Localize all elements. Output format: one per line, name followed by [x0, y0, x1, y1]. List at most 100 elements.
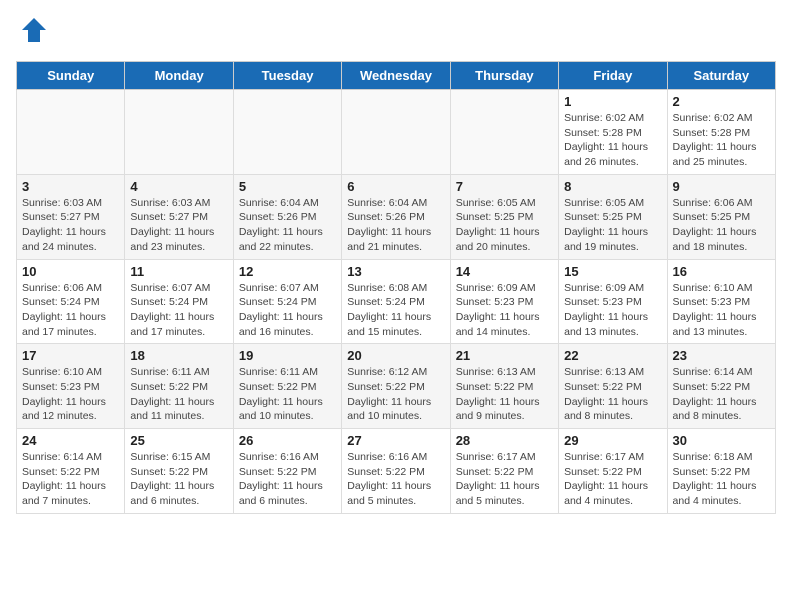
- calendar-week-5: 24Sunrise: 6:14 AM Sunset: 5:22 PM Dayli…: [17, 429, 776, 514]
- logo-icon: [20, 16, 48, 49]
- calendar-cell: 12 Sunrise: 6:07 AM Sunset: 5:24 PM Dayli…: [233, 259, 341, 344]
- calendar-cell: 26Sunrise: 6:16 AM Sunset: 5:22 PM Dayli…: [233, 429, 341, 514]
- day-number: 25: [130, 433, 227, 448]
- calendar-cell: 17Sunrise: 6:10 AM Sunset: 5:23 PM Dayli…: [17, 344, 125, 429]
- day-info: Sunrise: 6:15 AM Sunset: 5:22 PM Dayligh…: [130, 450, 227, 509]
- day-info: Sunrise: 6:04 AM Sunset: 5:26 PM Dayligh…: [347, 196, 444, 255]
- calendar-cell: [342, 90, 450, 175]
- calendar-cell: 9Sunrise: 6:06 AM Sunset: 5:25 PM Daylig…: [667, 174, 775, 259]
- day-info: Sunrise: 6:17 AM Sunset: 5:22 PM Dayligh…: [456, 450, 553, 509]
- day-info: Sunrise: 6:05 AM Sunset: 5:25 PM Dayligh…: [456, 196, 553, 255]
- day-info: Sunrise: 6:06 AM Sunset: 5:24 PM Dayligh…: [22, 281, 119, 340]
- day-number: 2: [673, 94, 770, 109]
- calendar-cell: 8 Sunrise: 6:05 AM Sunset: 5:25 PM Daylig…: [559, 174, 667, 259]
- calendar-cell: 23 Sunrise: 6:14 AM Sunset: 5:22 PM Dayli…: [667, 344, 775, 429]
- day-info: Sunrise: 6:09 AM Sunset: 5:23 PM Dayligh…: [456, 281, 553, 340]
- calendar-cell: 24Sunrise: 6:14 AM Sunset: 5:22 PM Dayli…: [17, 429, 125, 514]
- calendar-cell: 10 Sunrise: 6:06 AM Sunset: 5:24 PM Dayli…: [17, 259, 125, 344]
- header: [16, 16, 776, 49]
- calendar-cell: 14 Sunrise: 6:09 AM Sunset: 5:23 PM Dayli…: [450, 259, 558, 344]
- day-number: 23: [673, 348, 770, 363]
- day-number: 28: [456, 433, 553, 448]
- calendar-cell: 29 Sunrise: 6:17 AM Sunset: 5:22 PM Dayli…: [559, 429, 667, 514]
- calendar-week-1: 1 Sunrise: 6:02 AM Sunset: 5:28 PM Daylig…: [17, 90, 776, 175]
- day-info: Sunrise: 6:14 AM Sunset: 5:22 PM Dayligh…: [22, 450, 119, 509]
- day-number: 29: [564, 433, 661, 448]
- day-info: Sunrise: 6:05 AM Sunset: 5:25 PM Dayligh…: [564, 196, 661, 255]
- calendar-cell: [17, 90, 125, 175]
- day-info: Sunrise: 6:17 AM Sunset: 5:22 PM Dayligh…: [564, 450, 661, 509]
- day-number: 30: [673, 433, 770, 448]
- day-number: 20: [347, 348, 444, 363]
- day-number: 11: [130, 264, 227, 279]
- day-info: Sunrise: 6:16 AM Sunset: 5:22 PM Dayligh…: [239, 450, 336, 509]
- calendar-cell: 22 Sunrise: 6:13 AM Sunset: 5:22 PM Dayli…: [559, 344, 667, 429]
- day-number: 3: [22, 179, 119, 194]
- day-number: 22: [564, 348, 661, 363]
- calendar-cell: 13 Sunrise: 6:08 AM Sunset: 5:24 PM Dayli…: [342, 259, 450, 344]
- day-info: Sunrise: 6:03 AM Sunset: 5:27 PM Dayligh…: [130, 196, 227, 255]
- day-info: Sunrise: 6:13 AM Sunset: 5:22 PM Dayligh…: [564, 365, 661, 424]
- day-info: Sunrise: 6:13 AM Sunset: 5:22 PM Dayligh…: [456, 365, 553, 424]
- calendar-cell: 18 Sunrise: 6:11 AM Sunset: 5:22 PM Dayli…: [125, 344, 233, 429]
- day-info: Sunrise: 6:14 AM Sunset: 5:22 PM Dayligh…: [673, 365, 770, 424]
- day-number: 16: [673, 264, 770, 279]
- col-header-wednesday: Wednesday: [342, 62, 450, 90]
- col-header-thursday: Thursday: [450, 62, 558, 90]
- day-info: Sunrise: 6:09 AM Sunset: 5:23 PM Dayligh…: [564, 281, 661, 340]
- day-info: Sunrise: 6:07 AM Sunset: 5:24 PM Dayligh…: [239, 281, 336, 340]
- day-info: Sunrise: 6:02 AM Sunset: 5:28 PM Dayligh…: [564, 111, 661, 170]
- day-number: 18: [130, 348, 227, 363]
- logo: [16, 16, 48, 49]
- calendar-cell: 30 Sunrise: 6:18 AM Sunset: 5:22 PM Dayli…: [667, 429, 775, 514]
- day-number: 1: [564, 94, 661, 109]
- calendar-cell: 7 Sunrise: 6:05 AM Sunset: 5:25 PM Daylig…: [450, 174, 558, 259]
- calendar-week-2: 3 Sunrise: 6:03 AM Sunset: 5:27 PM Daylig…: [17, 174, 776, 259]
- col-header-tuesday: Tuesday: [233, 62, 341, 90]
- calendar-week-4: 17Sunrise: 6:10 AM Sunset: 5:23 PM Dayli…: [17, 344, 776, 429]
- calendar-cell: 3Sunrise: 6:03 AM Sunset: 5:27 PM Daylig…: [17, 174, 125, 259]
- calendar-cell: 1 Sunrise: 6:02 AM Sunset: 5:28 PM Daylig…: [559, 90, 667, 175]
- calendar-cell: 20 Sunrise: 6:12 AM Sunset: 5:22 PM Dayli…: [342, 344, 450, 429]
- calendar-cell: [450, 90, 558, 175]
- day-info: Sunrise: 6:10 AM Sunset: 5:23 PM Dayligh…: [22, 365, 119, 424]
- calendar-cell: 25 Sunrise: 6:15 AM Sunset: 5:22 PM Dayli…: [125, 429, 233, 514]
- calendar-cell: 28 Sunrise: 6:17 AM Sunset: 5:22 PM Dayli…: [450, 429, 558, 514]
- col-header-monday: Monday: [125, 62, 233, 90]
- calendar-cell: 4 Sunrise: 6:03 AM Sunset: 5:27 PM Daylig…: [125, 174, 233, 259]
- calendar-cell: [233, 90, 341, 175]
- day-info: Sunrise: 6:07 AM Sunset: 5:24 PM Dayligh…: [130, 281, 227, 340]
- page: SundayMondayTuesdayWednesdayThursdayFrid…: [0, 0, 792, 530]
- day-info: Sunrise: 6:02 AM Sunset: 5:28 PM Dayligh…: [673, 111, 770, 170]
- day-number: 19: [239, 348, 336, 363]
- day-info: Sunrise: 6:08 AM Sunset: 5:24 PM Dayligh…: [347, 281, 444, 340]
- calendar-cell: 2 Sunrise: 6:02 AM Sunset: 5:28 PM Daylig…: [667, 90, 775, 175]
- col-header-sunday: Sunday: [17, 62, 125, 90]
- day-number: 21: [456, 348, 553, 363]
- day-info: Sunrise: 6:18 AM Sunset: 5:22 PM Dayligh…: [673, 450, 770, 509]
- day-info: Sunrise: 6:11 AM Sunset: 5:22 PM Dayligh…: [239, 365, 336, 424]
- day-info: Sunrise: 6:12 AM Sunset: 5:22 PM Dayligh…: [347, 365, 444, 424]
- calendar-header-row: SundayMondayTuesdayWednesdayThursdayFrid…: [17, 62, 776, 90]
- day-info: Sunrise: 6:06 AM Sunset: 5:25 PM Dayligh…: [673, 196, 770, 255]
- day-number: 7: [456, 179, 553, 194]
- day-number: 27: [347, 433, 444, 448]
- day-info: Sunrise: 6:16 AM Sunset: 5:22 PM Dayligh…: [347, 450, 444, 509]
- calendar-cell: 11 Sunrise: 6:07 AM Sunset: 5:24 PM Dayli…: [125, 259, 233, 344]
- calendar-cell: 15Sunrise: 6:09 AM Sunset: 5:23 PM Dayli…: [559, 259, 667, 344]
- col-header-saturday: Saturday: [667, 62, 775, 90]
- day-number: 13: [347, 264, 444, 279]
- day-info: Sunrise: 6:04 AM Sunset: 5:26 PM Dayligh…: [239, 196, 336, 255]
- calendar-cell: 5Sunrise: 6:04 AM Sunset: 5:26 PM Daylig…: [233, 174, 341, 259]
- calendar-cell: 27 Sunrise: 6:16 AM Sunset: 5:22 PM Dayli…: [342, 429, 450, 514]
- day-number: 14: [456, 264, 553, 279]
- calendar-cell: 6Sunrise: 6:04 AM Sunset: 5:26 PM Daylig…: [342, 174, 450, 259]
- day-number: 10: [22, 264, 119, 279]
- calendar-cell: 21 Sunrise: 6:13 AM Sunset: 5:22 PM Dayli…: [450, 344, 558, 429]
- calendar-cell: 16Sunrise: 6:10 AM Sunset: 5:23 PM Dayli…: [667, 259, 775, 344]
- day-number: 8: [564, 179, 661, 194]
- day-number: 4: [130, 179, 227, 194]
- col-header-friday: Friday: [559, 62, 667, 90]
- day-info: Sunrise: 6:11 AM Sunset: 5:22 PM Dayligh…: [130, 365, 227, 424]
- day-number: 12: [239, 264, 336, 279]
